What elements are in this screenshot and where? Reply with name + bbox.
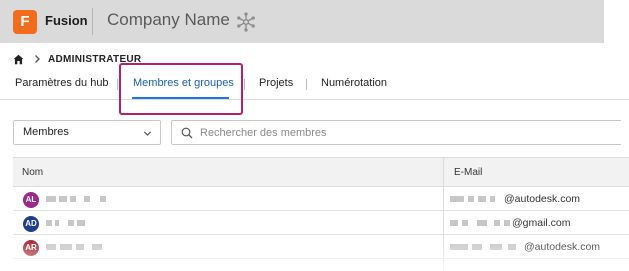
header-divider: [92, 8, 93, 35]
column-header-email[interactable]: E-Mail: [454, 167, 482, 178]
chevron-right-icon: [35, 55, 40, 63]
table-row[interactable]: AR @autodesk.com: [13, 236, 629, 259]
tab-bar: Paramètres du hub Membres et groupes Pro…: [0, 68, 629, 100]
tab-separator: [117, 79, 118, 90]
hub-network-icon[interactable]: [236, 12, 256, 32]
avatar: AL: [23, 192, 39, 208]
redacted-name: [46, 244, 106, 250]
table-row[interactable]: AL @autodesk.com: [13, 188, 629, 211]
avatar: AR: [23, 240, 39, 256]
redacted-email-user: [450, 244, 522, 250]
chevron-down-icon: [143, 131, 152, 136]
column-header-name[interactable]: Nom: [22, 167, 43, 178]
select-value: Membres: [23, 126, 69, 138]
highlight-annotation: [119, 63, 243, 115]
fusion-logo-icon[interactable]: F: [13, 10, 37, 34]
avatar: AD: [23, 216, 39, 232]
search-icon: [181, 127, 193, 139]
tab-separator: [244, 79, 245, 90]
home-icon[interactable]: [13, 54, 24, 65]
redacted-email-user: [450, 220, 512, 226]
tab-separator: [306, 79, 307, 90]
redacted-name: [46, 220, 96, 226]
redacted-name: [46, 196, 116, 202]
company-name[interactable]: Company Name: [107, 10, 230, 30]
email-domain: @autodesk.com: [524, 241, 601, 253]
email-domain: @gmail.com: [512, 217, 571, 229]
top-bar-edge: [604, 0, 614, 43]
tab-projects[interactable]: Projets: [259, 77, 293, 89]
member-search[interactable]: [171, 120, 621, 145]
member-type-select[interactable]: Membres: [13, 120, 161, 145]
tab-hub-settings[interactable]: Paramètres du hub: [15, 77, 109, 89]
table-row[interactable]: AD @gmail.com: [13, 212, 629, 235]
table-header: Nom E-Mail: [13, 157, 629, 187]
tab-numbering[interactable]: Numérotation: [321, 77, 387, 89]
search-input[interactable]: [200, 124, 600, 142]
app-name[interactable]: Fusion: [45, 13, 88, 28]
redacted-email-user: [450, 196, 502, 202]
email-domain: @autodesk.com: [504, 193, 581, 205]
